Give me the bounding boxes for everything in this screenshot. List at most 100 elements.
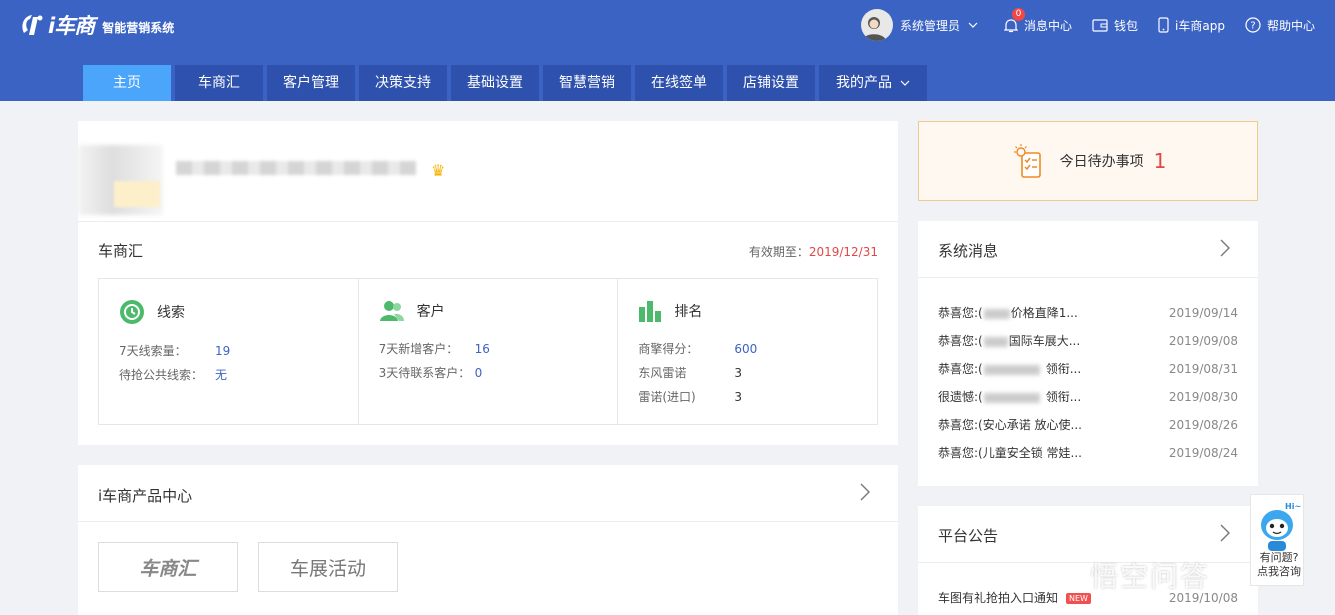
app-label: i车商app	[1175, 18, 1225, 33]
top-right-menu: 系统管理员 0 消息中心 钱包 i车商app ? 帮助中心	[861, 0, 1335, 50]
help-circle-icon: ?	[1245, 17, 1261, 33]
stat-label: 雷诺(进口)	[638, 390, 696, 404]
stat-label: 商擎得分：	[638, 342, 699, 356]
svg-text:?: ?	[1250, 21, 1255, 32]
product-dealer-button[interactable]: 车商汇	[98, 542, 238, 592]
help-line: 点我咨询	[1257, 565, 1301, 578]
stat-customers-title: 客户	[416, 304, 445, 320]
expiry-date: 2019/12/31	[808, 245, 878, 259]
message-text: 价格直降1...	[1010, 306, 1078, 320]
user-name: 系统管理员	[900, 18, 961, 33]
top-header: i车商 智能营销系统 系统管理员 0 消息中心 钱包 i车商app ? 帮助中心	[0, 0, 1335, 101]
mascot-icon: Hi~	[1261, 502, 1301, 551]
messages-label: 消息中心	[1024, 18, 1073, 33]
stat-leads[interactable]: 线索 7天线索量： 19 待抢公共线索： 无	[99, 279, 359, 424]
bar-chart-icon	[639, 301, 662, 322]
stat-value: 3	[734, 366, 742, 380]
logo[interactable]: i车商 智能营销系统	[18, 10, 174, 40]
list-item[interactable]: 恭喜您:(安心承诺 放心使... 2019/08/26	[938, 411, 1238, 439]
notice-text: 车图有礼抢拍入口通知	[938, 591, 1059, 605]
blurred-store-name	[176, 161, 416, 175]
nav-basic-settings[interactable]: 基础设置	[451, 65, 539, 101]
system-messages-title: 系统消息	[938, 242, 999, 260]
list-item[interactable]: 恭喜您:(价格直降1... 2019/09/14	[938, 299, 1238, 327]
chevron-right-icon[interactable]	[1220, 239, 1230, 257]
expiry-label: 有效期至：	[748, 245, 809, 259]
message-text: 很遗憾:(	[938, 390, 983, 404]
product-center-title: i车商产品中心	[98, 487, 193, 505]
chevron-right-icon[interactable]	[1220, 524, 1230, 542]
nav-my-products[interactable]: 我的产品	[819, 65, 927, 101]
product-auto-show-button[interactable]: 车展活动	[258, 542, 398, 592]
message-text: 领衔...	[1045, 390, 1082, 404]
notice-title: 平台公告	[938, 527, 999, 545]
user-menu[interactable]: 系统管理员	[861, 9, 984, 41]
todo-card[interactable]: 今日待办事项 1	[918, 121, 1258, 201]
avatar	[861, 9, 893, 41]
message-text: 恭喜您:(儿童安全锁 常娃...	[938, 446, 1082, 460]
message-text: 恭喜您:(	[938, 362, 983, 376]
users-icon	[379, 301, 404, 321]
dealer-section-title: 车商汇	[98, 242, 144, 260]
checklist-icon	[1013, 144, 1041, 178]
leads-icon	[120, 300, 144, 324]
message-date: 2019/08/30	[1168, 390, 1238, 404]
help-assistant[interactable]: Hi~ 有问题? 点我咨询	[1250, 494, 1304, 586]
todo-label: 今日待办事项	[1059, 154, 1144, 170]
wallet-link[interactable]: 钱包	[1092, 17, 1138, 34]
stat-label: 待抢公共线索：	[119, 368, 204, 382]
list-item[interactable]: 恭喜您:(国际车展大... 2019/09/08	[938, 327, 1238, 355]
nav-customers[interactable]: 客户管理	[267, 65, 355, 101]
messages-link[interactable]: 0 消息中心	[1004, 7, 1073, 34]
svg-text:Hi~: Hi~	[1285, 502, 1301, 511]
phone-icon	[1158, 17, 1169, 33]
crown-icon: ♛	[431, 161, 446, 180]
nav-store-settings[interactable]: 店铺设置	[727, 65, 815, 101]
nav-online-sign[interactable]: 在线签单	[635, 65, 723, 101]
list-item[interactable]: 很遗憾:( 领衔... 2019/08/30	[938, 383, 1238, 411]
chevron-down-icon	[968, 22, 978, 28]
message-date: 2019/08/26	[1168, 418, 1238, 432]
message-list: 恭喜您:(价格直降1... 2019/09/14 恭喜您:(国际车展大... 201…	[938, 299, 1238, 467]
divider	[918, 277, 1258, 278]
chevron-down-icon	[900, 80, 910, 86]
stat-label: 7天线索量：	[119, 344, 187, 358]
todo-count[interactable]: 1	[1154, 149, 1167, 173]
list-item[interactable]: 恭喜您:(领衔... 2019/08/31	[938, 355, 1238, 383]
logo-icon	[18, 11, 46, 39]
chevron-right-icon[interactable]	[860, 483, 870, 501]
redacted-text	[983, 336, 1008, 347]
nav-dealer[interactable]: 车商汇	[175, 65, 263, 101]
stat-value: 3	[734, 390, 742, 404]
wallet-label: 钱包	[1114, 18, 1139, 33]
stats-panel: 线索 7天线索量： 19 待抢公共线索： 无 客户 7天新增客户： 16 3天待联系客…	[98, 278, 878, 425]
stat-value[interactable]: 19	[215, 339, 230, 363]
message-text: 国际车展大...	[1008, 334, 1081, 348]
message-date: 2019/08/24	[1168, 446, 1238, 460]
stat-ranking-title: 排名	[674, 304, 703, 320]
stat-value[interactable]: 16	[475, 337, 490, 361]
message-date: 2019/08/31	[1168, 362, 1238, 376]
stat-value[interactable]: 0	[475, 361, 483, 385]
nav-smart-marketing[interactable]: 智慧营销	[543, 65, 631, 101]
profile-card: ♛ 车商汇 有效期至：2019/12/31 线索 7天线索量： 19 待抢公共线索…	[78, 121, 898, 445]
system-messages-card: 系统消息 恭喜您:(价格直降1... 2019/09/14 恭喜您:(国际车展大.…	[918, 221, 1258, 486]
message-text: 恭喜您:(	[938, 334, 983, 348]
nav-home[interactable]: 主页	[83, 65, 171, 101]
divider	[78, 521, 898, 522]
message-text: 恭喜您:(	[938, 306, 983, 320]
help-link[interactable]: ? 帮助中心	[1245, 17, 1315, 34]
redacted-text	[983, 308, 1010, 319]
help-label: 帮助中心	[1266, 18, 1315, 33]
stat-label: 3天待联系客户：	[378, 366, 471, 380]
app-link[interactable]: i车商app	[1158, 17, 1225, 34]
stat-ranking[interactable]: 排名 商擎得分： 600 东风雷诺 3 雷诺(进口) 3	[618, 279, 877, 424]
redacted-text	[983, 364, 1040, 375]
stat-value[interactable]: 无	[215, 363, 227, 387]
list-item[interactable]: 恭喜您:(儿童安全锁 常娃... 2019/08/24	[938, 439, 1238, 467]
message-text: 恭喜您:(安心承诺 放心使...	[938, 418, 1082, 432]
stat-customers[interactable]: 客户 7天新增客户： 16 3天待联系客户： 0	[359, 279, 619, 424]
nav-decision[interactable]: 决策支持	[359, 65, 447, 101]
stat-value: 600	[734, 342, 758, 356]
redacted-text	[983, 392, 1040, 403]
